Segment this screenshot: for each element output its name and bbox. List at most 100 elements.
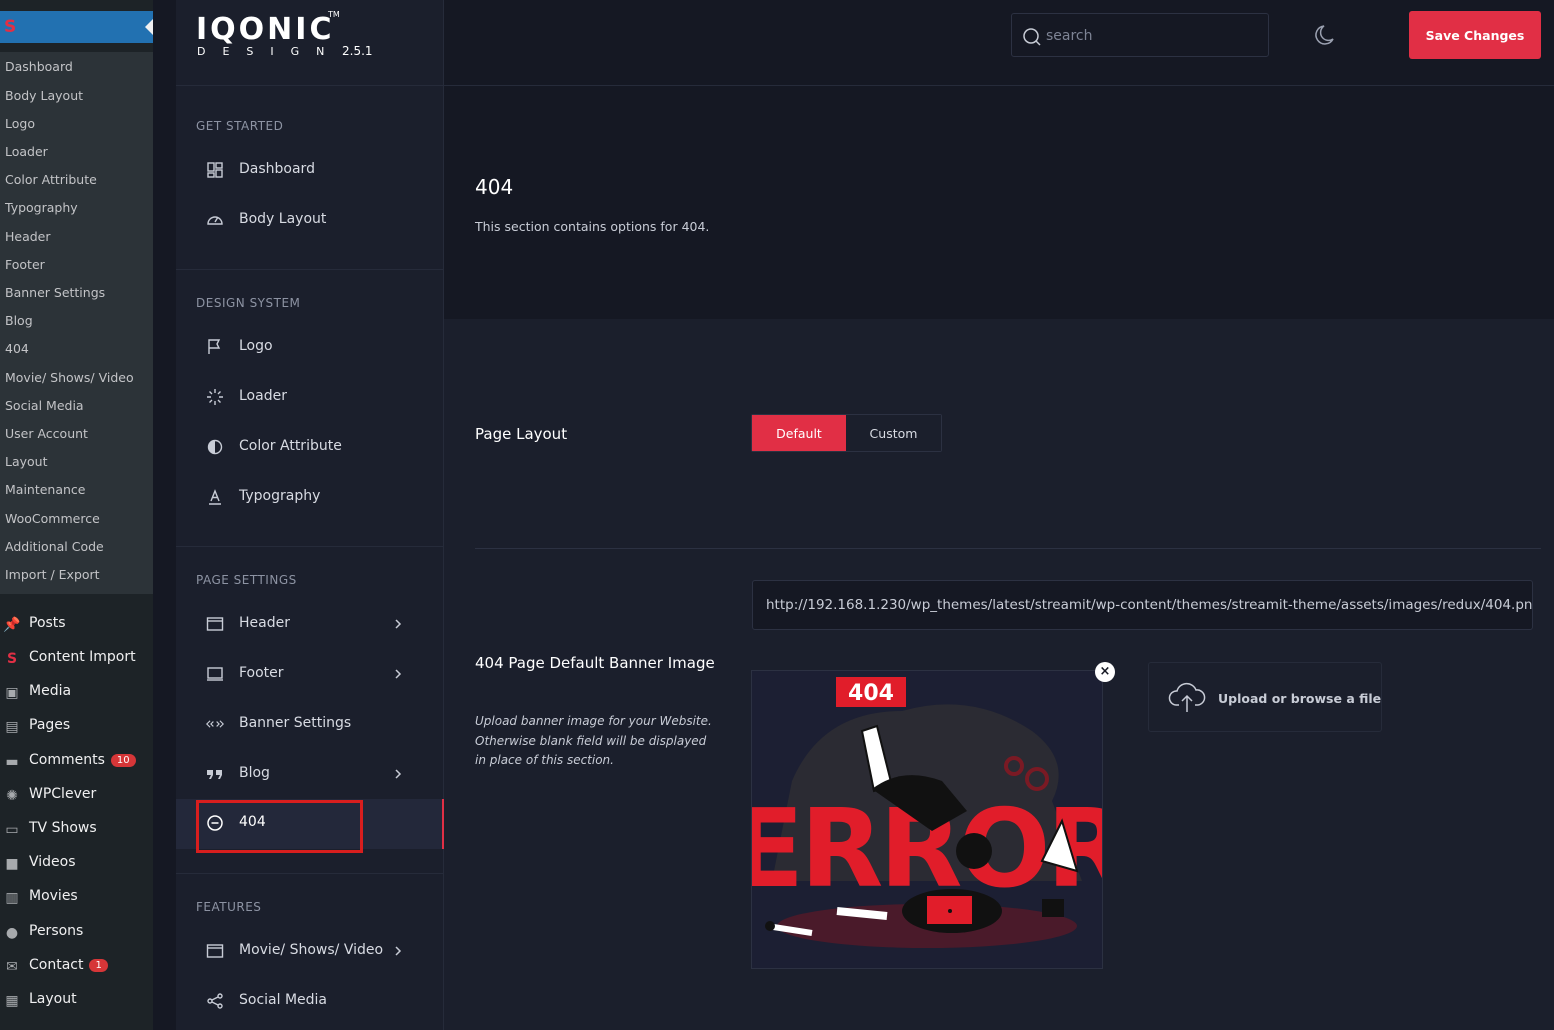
menu-label: WPClever — [29, 786, 97, 802]
submenu-item[interactable]: Social Media — [5, 398, 84, 413]
wp-menu-tv-shows[interactable]: ▭ TV Shows — [0, 816, 153, 844]
menu-label: Contact 1 — [29, 957, 108, 973]
submenu-item[interactable]: Layout — [5, 454, 48, 469]
film-icon: ▥ — [5, 890, 19, 906]
mail-icon: ✉ — [6, 959, 18, 975]
menu-label: Videos — [29, 854, 76, 870]
nav-item-label: Blog — [239, 765, 270, 781]
wp-menu-posts[interactable]: 📌 Posts — [0, 611, 153, 639]
nav-item-color-attribute[interactable]: Color Attribute — [176, 423, 444, 473]
image-404-text: 404 — [848, 681, 894, 706]
wp-menu-contact[interactable]: ✉ Contact 1 — [0, 953, 153, 981]
dashboard-icon — [207, 162, 223, 178]
minus-circle-icon — [207, 815, 223, 831]
wp-menu-wpclever[interactable]: ✺ WPClever — [0, 782, 153, 810]
trademark: TM — [328, 10, 340, 19]
wp-menu-active-item[interactable]: S — [0, 11, 153, 43]
s-logo-icon: S — [4, 17, 17, 37]
submenu-item[interactable]: Logo — [5, 116, 35, 131]
nav-item-social-media[interactable]: Social Media — [176, 977, 444, 1027]
layout-custom-button[interactable]: Custom — [846, 415, 941, 451]
submenu-item[interactable]: 404 — [5, 341, 29, 356]
search-input[interactable] — [1046, 24, 1256, 48]
save-changes-button[interactable]: Save Changes — [1409, 11, 1541, 59]
window-icon — [206, 617, 224, 631]
submenu-item[interactable]: Color Attribute — [5, 172, 97, 187]
chevron-right-icon — [395, 669, 402, 679]
nav-item-label: Banner Settings — [239, 715, 352, 731]
submenu-item[interactable]: Body Layout — [5, 88, 83, 103]
nav-item-typography[interactable]: Typography — [176, 473, 444, 523]
submenu-item[interactable]: Dashboard — [5, 59, 73, 74]
option-divider — [475, 548, 1541, 549]
banner-url-field[interactable]: http://192.168.1.230/wp_themes/latest/st… — [752, 580, 1533, 630]
error-illustration: 404 ERROR — [752, 671, 1102, 968]
submenu-item[interactable]: Maintenance — [5, 482, 86, 497]
wp-menu-pages[interactable]: ▤ Pages — [0, 713, 153, 741]
submenu-item[interactable]: Additional Code — [5, 539, 104, 554]
page-layout-label: Page Layout — [475, 425, 568, 443]
nav-item-banner-settings[interactable]: Banner Settings — [176, 700, 444, 750]
submenu-item[interactable]: Loader — [5, 144, 48, 159]
nav-item-label: Typography — [239, 488, 321, 504]
nav-item-loader[interactable]: Loader — [176, 373, 444, 423]
nav-divider — [176, 873, 444, 874]
menu-label: Comments 10 — [29, 752, 136, 768]
nav-item-dashboard[interactable]: Dashboard — [176, 146, 444, 196]
page-layout-toggle: Default Custom — [751, 414, 942, 452]
nav-item-header[interactable]: Header — [176, 600, 444, 650]
layout-icon: ▦ — [5, 993, 19, 1009]
submenu-item[interactable]: Blog — [5, 313, 33, 328]
menu-label: Movies — [29, 888, 78, 904]
loader-icon — [207, 389, 223, 405]
nav-item-label: Header — [239, 615, 290, 631]
options-panel-nav: IQONIC TM DESIGN 2.5.1 GET STARTED Dashb… — [176, 0, 444, 1030]
menu-label: Layout — [29, 991, 77, 1007]
contact-count-badge: 1 — [89, 959, 108, 972]
window-icon — [206, 944, 224, 958]
layout-default-button[interactable]: Default — [752, 415, 846, 451]
upload-file-button[interactable]: Upload or browse a file — [1148, 662, 1382, 732]
banner-image-label: 404 Page Default Banner Image — [475, 654, 715, 672]
submenu-item[interactable]: WooCommerce — [5, 511, 100, 526]
nav-item-body-layout[interactable]: Body Layout — [176, 196, 444, 246]
nav-item-footer[interactable]: Footer — [176, 650, 444, 700]
nav-item-blog[interactable]: Blog — [176, 750, 444, 800]
menu-label: Persons — [29, 923, 84, 939]
moon-icon[interactable] — [1313, 22, 1339, 48]
quote-icon — [207, 770, 222, 779]
upload-label: Upload or browse a file — [1218, 691, 1382, 706]
banner-image-description: Upload banner image for your Website. Ot… — [475, 714, 712, 767]
nav-item-404[interactable]: 404 — [176, 799, 444, 853]
wp-menu-videos[interactable]: ■ Videos — [0, 850, 153, 878]
cloud-upload-icon — [1168, 682, 1206, 712]
wp-menu-layout[interactable]: ▦ Layout — [0, 987, 153, 1015]
section-header: 404 This section contains options for 40… — [444, 87, 1554, 319]
nav-item-logo[interactable]: Logo — [176, 323, 444, 373]
nav-item-movie-shows-video[interactable]: Movie/ Shows/ Video — [176, 927, 444, 977]
remove-image-button[interactable]: × — [1095, 662, 1115, 682]
s-logo-icon: S — [6, 651, 18, 667]
wp-menu-content-import[interactable]: S Content Import — [0, 645, 153, 673]
top-bar: Save Changes — [444, 0, 1554, 86]
menu-label: TV Shows — [29, 820, 97, 836]
wp-menu-persons[interactable]: ● Persons — [0, 919, 153, 947]
nav-item-label: Logo — [239, 338, 273, 354]
submenu-item[interactable]: User Account — [5, 426, 88, 441]
submenu-item[interactable]: Header — [5, 229, 51, 244]
submenu-item[interactable]: Typography — [5, 200, 78, 215]
submenu-item[interactable]: Footer — [5, 257, 45, 272]
submenu-item[interactable]: Banner Settings — [5, 285, 105, 300]
code-icon — [206, 720, 224, 728]
submenu-item[interactable]: Import / Export — [5, 567, 100, 582]
wp-menu-comments[interactable]: ▬ Comments 10 — [0, 748, 153, 776]
wp-menu-movies[interactable]: ▥ Movies — [0, 884, 153, 912]
menu-label: Pages — [29, 717, 71, 733]
nav-item-label: Footer — [239, 665, 284, 681]
version-label: 2.5.1 — [342, 44, 373, 58]
wp-menu-media[interactable]: ▣ Media — [0, 679, 153, 707]
menu-label: Content Import — [29, 649, 136, 665]
media-icon: ▣ — [5, 685, 19, 701]
brand-logo: IQONIC TM DESIGN 2.5.1 — [176, 0, 444, 86]
submenu-item[interactable]: Movie/ Shows/ Video — [5, 370, 134, 385]
